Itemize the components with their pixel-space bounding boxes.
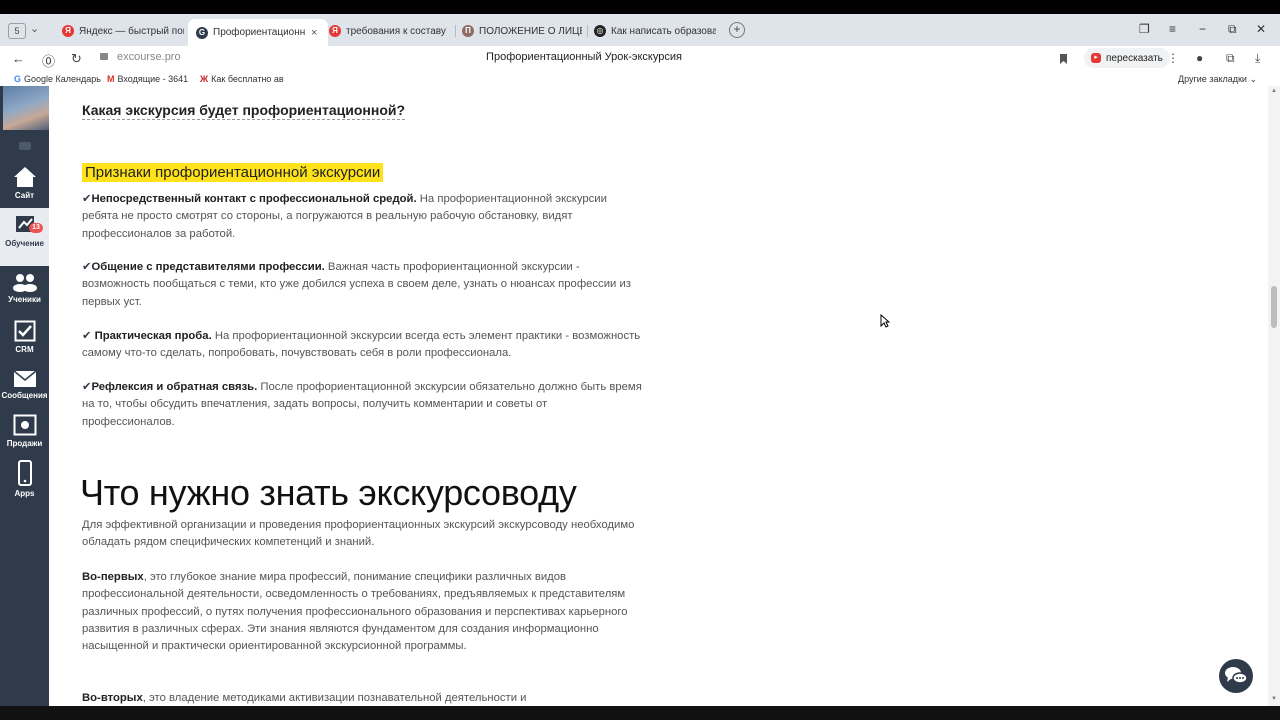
sidebar-item-site[interactable]: Сайт	[0, 166, 49, 200]
tab-count-button[interactable]: 5	[8, 23, 26, 39]
second-paragraph: Во-вторых, это владение методиками актив…	[82, 692, 527, 704]
yandex-icon: Я	[62, 25, 74, 37]
question-heading: Какая экскурсия будет профориентационной…	[82, 102, 406, 120]
app-sidebar: Сайт 13 Обучение Ученики CRM Сообщения П…	[0, 86, 49, 706]
chat-button[interactable]	[1219, 659, 1253, 693]
close-window-icon[interactable]: ✕	[1256, 22, 1266, 36]
document-site-icon: П	[462, 25, 474, 37]
profile-avatar-icon[interactable]: ●	[1196, 51, 1203, 65]
notification-badge: 13	[29, 223, 43, 233]
crm-check-icon	[14, 320, 35, 342]
scroll-down-icon[interactable]: ▼	[1271, 696, 1277, 702]
tab-strip: 5 ⌄ Я Яндекс — быстрый поиск G Профориен…	[0, 14, 1280, 46]
sidebar-item-training[interactable]: 13 Обучение	[0, 208, 49, 266]
chatgpt-icon: ◎	[594, 25, 606, 37]
tab-divider	[455, 25, 456, 37]
sidebar-item-students[interactable]: Ученики	[0, 272, 49, 304]
user-avatar[interactable]	[3, 86, 49, 130]
sign-paragraph: ✔ Практическая проба. На профориентацион…	[82, 330, 641, 360]
sidebar-item-apps[interactable]: Apps	[0, 460, 49, 498]
more-options-icon[interactable]: ⋮	[1167, 51, 1179, 65]
menu-icon[interactable]: ≡	[1169, 22, 1176, 36]
close-tab-icon[interactable]: ×	[311, 27, 317, 39]
screen-bottom-bar	[0, 706, 1280, 720]
chevron-down-icon[interactable]: ⌄	[30, 22, 39, 35]
gmail-icon: M	[107, 74, 115, 84]
highlighted-heading: Признаки профориентационной экскурсии	[82, 163, 384, 182]
sidebar-item-crm[interactable]: CRM	[0, 320, 49, 354]
address-bar: ← ⓪ ↻ excourse.pro Профориентационный Ур…	[0, 46, 1280, 72]
other-bookmarks[interactable]: Другие закладки ⌄	[1178, 74, 1257, 85]
getcourse-icon: G	[196, 26, 208, 39]
tab-requirements[interactable]: Я требования к составу обр	[329, 19, 449, 43]
sound-icon[interactable]	[19, 142, 31, 150]
extensions-icon[interactable]: ⧉	[1226, 51, 1235, 66]
mouse-cursor-icon	[880, 314, 890, 328]
bookmark-gmail-inbox[interactable]: M Входящие - 3641	[107, 74, 188, 84]
restore-icon[interactable]: ⧉	[1228, 22, 1237, 37]
minimize-icon[interactable]: −	[1199, 22, 1206, 36]
browser-window: 5 ⌄ Я Яндекс — быстрый поиск G Профориен…	[0, 14, 1280, 706]
sign-paragraph: ✔Непосредственный контакт с профессионал…	[82, 193, 607, 240]
tab-divider	[587, 25, 588, 37]
first-paragraph: Во-первых, это глубокое знание мира проф…	[82, 571, 628, 653]
yandex-icon: Я	[329, 25, 341, 37]
tab-yandex-search[interactable]: Я Яндекс — быстрый поиск	[62, 19, 184, 43]
download-icon[interactable]: ⤓	[1255, 51, 1260, 66]
google-icon: G	[14, 74, 22, 84]
messages-icon	[13, 370, 36, 387]
bookmark-site-icon: Ж	[200, 74, 209, 84]
retell-button[interactable]: ▸ пересказать	[1084, 48, 1170, 68]
bookmark-google-calendar[interactable]: G Google Календарь	[14, 74, 101, 84]
sales-icon	[13, 414, 36, 436]
tab-license-regulation[interactable]: П ПОЛОЖЕНИЕ О ЛИЦЕНЗ	[462, 19, 582, 43]
bookmark-manager-icon[interactable]: ❐	[1139, 22, 1150, 36]
retell-icon: ▸	[1091, 53, 1101, 63]
sign-paragraph: ✔Общение с представителями профессии. Ва…	[82, 261, 631, 308]
page-content: Какая экскурсия будет профориентационной…	[49, 86, 1268, 706]
home-icon	[13, 167, 36, 187]
bookmark-free[interactable]: Ж Как бесплатно ав	[200, 74, 284, 84]
sign-paragraph: ✔Рефлексия и обратная связь. После профо…	[82, 381, 642, 428]
chat-bubbles-icon	[1225, 667, 1248, 684]
scrollbar-thumb[interactable]	[1271, 286, 1277, 328]
section-heading: Что нужно знать экскурсоводу	[80, 472, 577, 513]
students-icon	[12, 274, 37, 292]
page-scrollbar[interactable]: ▲ ▼	[1268, 86, 1280, 706]
scroll-up-icon[interactable]: ▲	[1271, 88, 1277, 94]
tab-active-proforientation[interactable]: G Профориентационный ×	[188, 19, 328, 46]
new-tab-button[interactable]: +	[729, 22, 745, 38]
page-title: Профориентационный Урок-экскурсия	[486, 51, 682, 63]
sidebar-item-messages[interactable]: Сообщения	[0, 370, 49, 400]
intro-paragraph: Для эффективной организации и проведения…	[82, 519, 635, 549]
tab-how-to-write[interactable]: ◎ Как написать образовате	[594, 19, 716, 43]
sidebar-item-sales[interactable]: Продажи	[0, 414, 49, 448]
phone-icon	[17, 460, 32, 486]
